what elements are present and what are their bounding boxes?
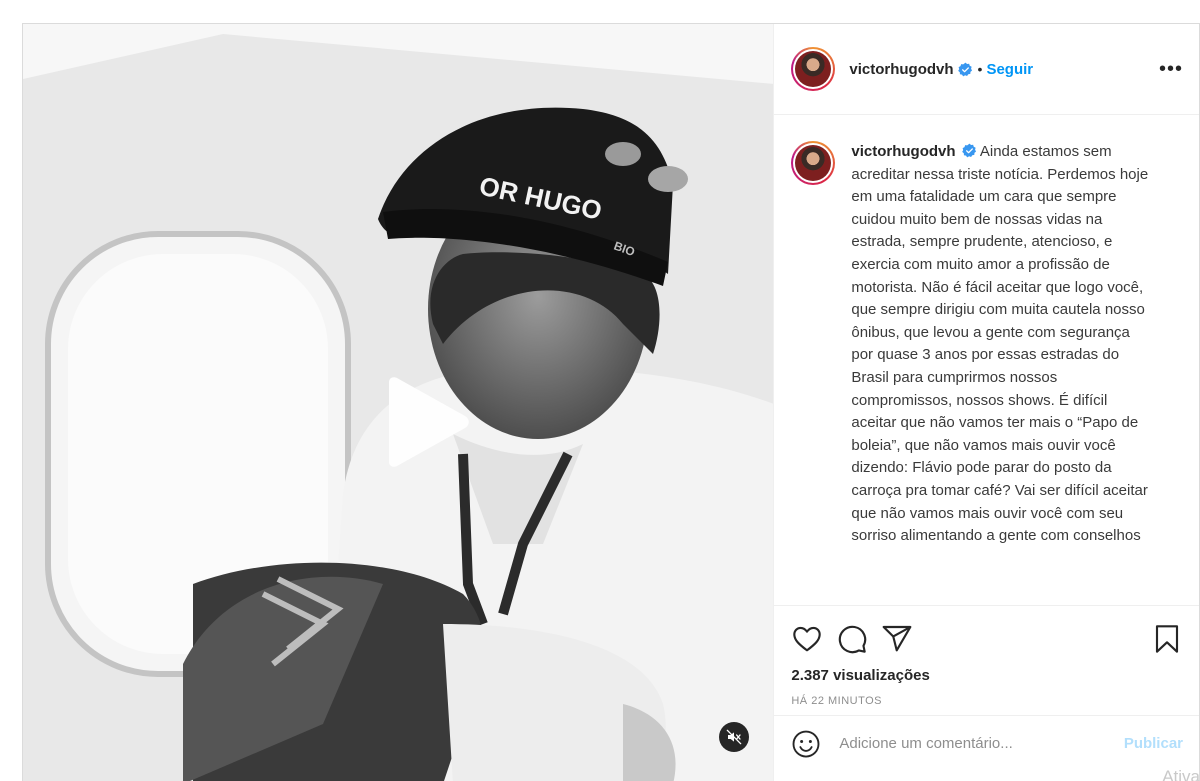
video-media[interactable]: OR HUGO BIO xyxy=(23,24,774,781)
publish-button[interactable]: Publicar xyxy=(1124,735,1183,752)
caption-text: victorhugodvh Ainda estamos sem acredita… xyxy=(851,141,1151,548)
caption-avatar[interactable] xyxy=(791,141,836,185)
heart-icon[interactable] xyxy=(791,623,823,655)
mute-icon xyxy=(726,729,742,745)
post-header: victorhugodvh • Seguir ••• xyxy=(774,24,1199,115)
avatar[interactable] xyxy=(791,47,836,91)
caption-scroll-area[interactable]: victorhugodvh Ainda estamos sem acredita… xyxy=(774,115,1199,605)
verified-badge-icon xyxy=(961,143,976,158)
caption-username[interactable]: victorhugodvh xyxy=(851,143,955,160)
mute-button[interactable] xyxy=(719,722,749,752)
more-options-icon[interactable]: ••• xyxy=(1159,59,1183,79)
username-link[interactable]: victorhugodvh xyxy=(849,61,953,78)
emoji-icon[interactable] xyxy=(791,729,821,759)
share-icon[interactable] xyxy=(881,623,913,655)
comment-input[interactable] xyxy=(839,735,1124,752)
windows-activation-watermark: Ativa xyxy=(1162,767,1200,781)
post-sidebar: victorhugodvh • Seguir ••• victorhugodvh xyxy=(773,24,1199,781)
verified-badge-icon xyxy=(957,62,972,76)
views-count[interactable]: 2.387 visualizações xyxy=(791,667,1183,684)
caption-row: victorhugodvh Ainda estamos sem acredita… xyxy=(791,141,1183,548)
caption-body: Ainda estamos sem acreditar nessa triste… xyxy=(851,143,1149,545)
comment-icon[interactable] xyxy=(836,623,868,655)
comment-bar: Publicar xyxy=(774,715,1199,771)
follow-button[interactable]: Seguir xyxy=(986,61,1033,78)
separator-dot: • xyxy=(977,61,983,77)
post-timestamp[interactable]: HÁ 22 MINUTOS xyxy=(791,695,1183,707)
instagram-post: OR HUGO BIO victorhugodvh • Seguir ••• v… xyxy=(22,23,1200,781)
post-actions: 2.387 visualizações HÁ 22 MINUTOS xyxy=(774,605,1199,715)
action-icons xyxy=(791,619,1183,659)
bookmark-icon[interactable] xyxy=(1151,623,1183,655)
play-icon[interactable] xyxy=(381,376,471,468)
